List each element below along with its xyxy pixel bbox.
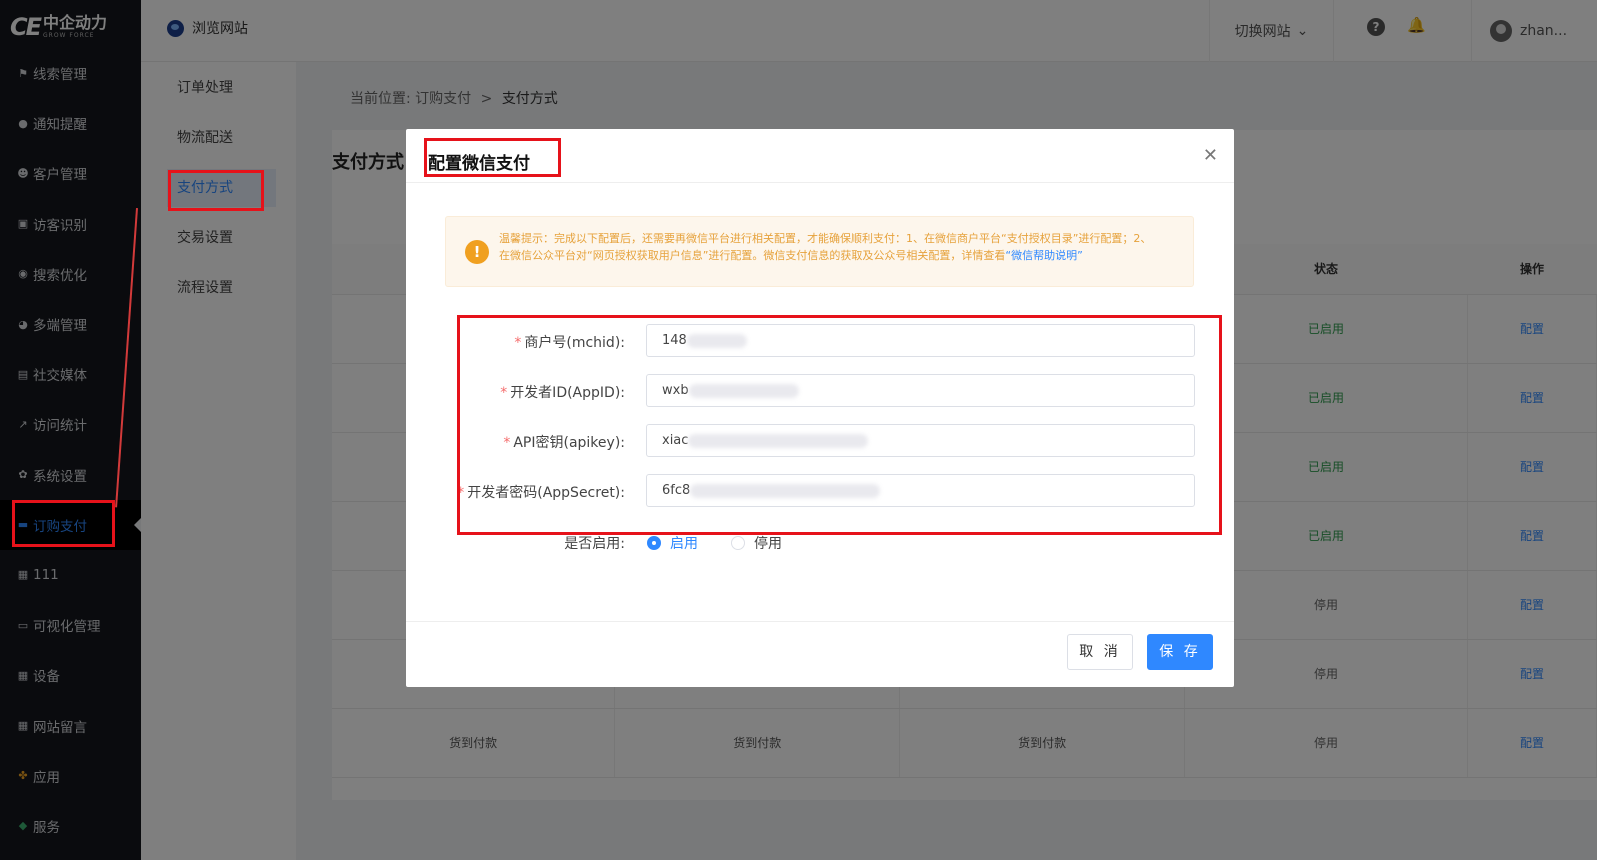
- form-row-mchid: * 商户号(mchid): 148: [406, 324, 1234, 357]
- appid-input[interactable]: wxb: [646, 374, 1195, 407]
- notice-banner: ! 温馨提示：完成以下配置后，还需要再微信平台进行相关配置，才能确保顺利支付：1…: [445, 216, 1194, 287]
- apikey-label: API密钥(apikey):: [513, 435, 625, 451]
- mchid-input[interactable]: 148: [646, 324, 1195, 357]
- apikey-input[interactable]: xiac: [646, 424, 1195, 457]
- radio-enable[interactable]: 启用: [647, 533, 698, 553]
- form-row-appsecret: * 开发者密码(AppSecret): 6fc8: [406, 474, 1234, 507]
- radio-unchecked-icon: [731, 536, 745, 550]
- dialog-footer: 取 消 保 存: [406, 621, 1234, 687]
- form-row-appid: * 开发者ID(AppID): wxb: [406, 374, 1234, 407]
- appsecret-label: 开发者密码(AppSecret):: [467, 485, 625, 501]
- enable-label: 是否启用:: [564, 536, 625, 552]
- save-button[interactable]: 保 存: [1147, 634, 1213, 670]
- radio-disable[interactable]: 停用: [731, 533, 782, 553]
- form-row-apikey: * API密钥(apikey): xiac: [406, 424, 1234, 457]
- dialog-title: 配置微信支付: [428, 154, 530, 174]
- mchid-label: 商户号(mchid):: [524, 335, 625, 351]
- appsecret-input[interactable]: 6fc8: [646, 474, 1195, 507]
- wechat-pay-config-dialog: 配置微信支付 ✕ ! 温馨提示：完成以下配置后，还需要再微信平台进行相关配置，才…: [406, 129, 1234, 687]
- wechat-help-link[interactable]: “微信帮助说明”: [1005, 249, 1082, 262]
- dialog-header: 配置微信支付 ✕: [406, 129, 1234, 183]
- close-icon[interactable]: ✕: [1203, 145, 1218, 166]
- cancel-button[interactable]: 取 消: [1067, 634, 1133, 670]
- warning-icon: !: [465, 240, 489, 264]
- radio-checked-icon: [647, 536, 661, 550]
- enable-radio-group: 是否启用: 启用 停用: [406, 531, 1234, 553]
- appid-label: 开发者ID(AppID):: [510, 385, 625, 401]
